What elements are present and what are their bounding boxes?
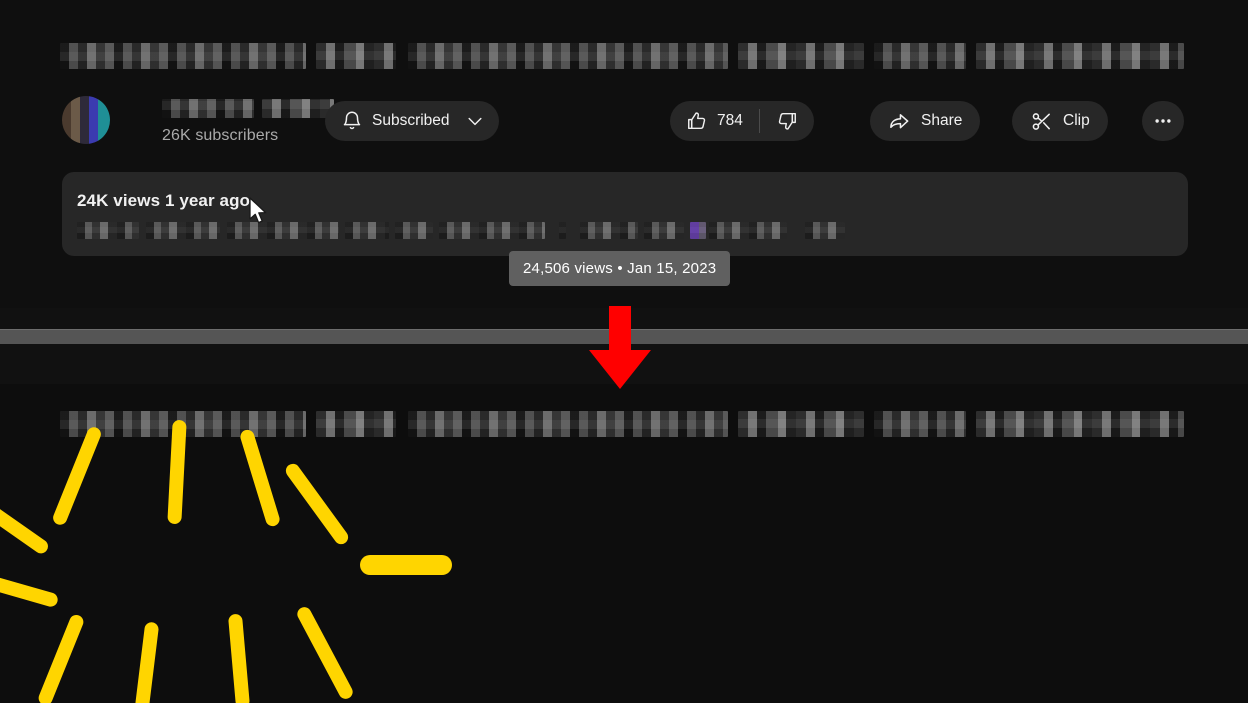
redacted-block xyxy=(439,222,545,239)
share-arrow-icon xyxy=(888,110,911,133)
views-and-date-line[interactable]: 24K views 1 year ago xyxy=(77,191,250,211)
subscribed-label: Subscribed xyxy=(372,112,450,129)
more-actions-button[interactable] xyxy=(1142,101,1184,141)
clip-button[interactable]: Clip xyxy=(1012,101,1108,141)
share-label: Share xyxy=(921,112,963,129)
redacted-block xyxy=(408,43,728,69)
like-count: 784 xyxy=(717,112,743,129)
video-title-redacted xyxy=(60,406,1184,442)
redacted-block xyxy=(395,222,433,239)
screenshot-root: 26K subscribers Subscribed 784 Share Cli… xyxy=(0,0,1248,703)
chevron-down-icon[interactable] xyxy=(465,111,485,131)
share-button[interactable]: Share xyxy=(870,101,981,141)
redacted-block xyxy=(738,411,864,437)
redacted-block xyxy=(345,222,389,239)
redacted-block xyxy=(316,43,396,69)
redacted-block xyxy=(874,43,966,69)
thumbs-up-icon xyxy=(686,110,708,132)
redacted-block xyxy=(976,43,1184,69)
divider-line xyxy=(758,109,760,133)
like-dislike-group: 784 xyxy=(670,101,814,141)
redacted-block xyxy=(77,222,139,239)
redacted-block xyxy=(738,43,864,69)
bell-icon xyxy=(341,110,363,132)
redacted-block xyxy=(227,222,339,239)
channel-name-redacted[interactable] xyxy=(162,99,334,118)
like-button[interactable]: 784 xyxy=(686,110,743,132)
redacted-block xyxy=(262,99,334,118)
redacted-block xyxy=(316,411,396,437)
redacted-block xyxy=(874,411,966,437)
description-card[interactable] xyxy=(62,172,1188,256)
before-panel: 26K subscribers Subscribed 784 Share Cli… xyxy=(0,0,1248,322)
after-panel: 26K subscribers Subscribed xyxy=(0,384,1248,703)
subscriber-count: 26K subscribers xyxy=(162,127,279,144)
video-title-redacted xyxy=(60,38,1184,74)
redacted-block xyxy=(60,43,306,69)
description-body-redacted xyxy=(77,222,845,239)
more-horizontal-icon xyxy=(1152,110,1174,132)
avatar[interactable] xyxy=(62,96,110,144)
clip-label: Clip xyxy=(1063,112,1090,129)
red-down-arrow xyxy=(585,306,655,395)
redacted-block xyxy=(976,411,1184,437)
redacted-block xyxy=(644,222,684,239)
redacted-block xyxy=(408,411,728,437)
highlight-stroke xyxy=(360,555,452,575)
redacted-block xyxy=(559,222,566,239)
redacted-block xyxy=(805,222,845,239)
view-count-tooltip: 24,506 views • Jan 15, 2023 xyxy=(509,251,731,286)
scissors-icon xyxy=(1030,110,1053,133)
redacted-block xyxy=(146,222,220,239)
redacted-block-accent xyxy=(690,222,706,239)
redacted-block xyxy=(709,222,787,239)
redacted-block xyxy=(580,222,638,239)
redacted-block xyxy=(162,99,254,118)
dislike-button[interactable] xyxy=(776,110,800,132)
thumbs-down-icon xyxy=(776,110,798,132)
subscribed-button[interactable]: Subscribed xyxy=(325,101,499,141)
